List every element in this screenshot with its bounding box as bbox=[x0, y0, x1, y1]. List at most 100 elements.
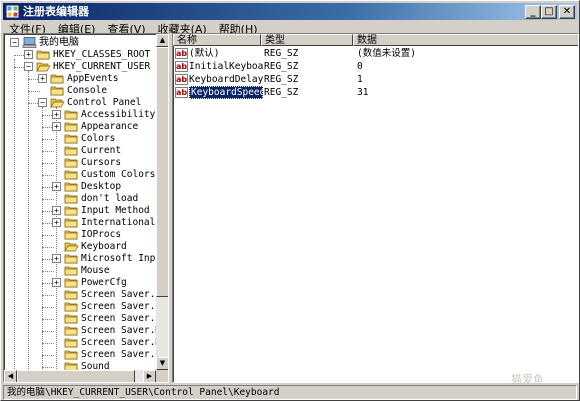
string-value-icon: ab bbox=[175, 74, 188, 85]
folder-icon bbox=[64, 277, 79, 288]
tree-item-label: Control Panel bbox=[67, 97, 142, 108]
tree-item[interactable]: Mouse bbox=[4, 265, 156, 277]
tree-item[interactable]: + PowerCfg bbox=[4, 277, 156, 289]
expand-icon[interactable]: + bbox=[38, 74, 47, 83]
folder-icon bbox=[64, 253, 79, 264]
value-data: 0 bbox=[357, 61, 363, 72]
tree-item-label: Appearance bbox=[81, 121, 139, 132]
tree-item[interactable]: + HKEY_CLASSES_ROOT bbox=[4, 49, 156, 61]
expand-icon[interactable]: + bbox=[52, 254, 61, 263]
folder-icon bbox=[64, 337, 79, 348]
tree-item[interactable]: Screen Saver.3DP bbox=[4, 301, 156, 313]
scroll-up-arrow-icon[interactable]: ▲ bbox=[156, 34, 168, 47]
string-value-icon: ab bbox=[175, 87, 188, 98]
tree-item[interactable]: − 我的电脑 bbox=[4, 37, 156, 49]
tree-item-label: Screen Saver.3DP bbox=[81, 301, 156, 312]
tree-connector bbox=[42, 355, 54, 356]
tree-item[interactable]: + AppEvents bbox=[4, 73, 156, 85]
collapse-icon[interactable]: − bbox=[24, 62, 33, 71]
column-header-type[interactable]: 类型 bbox=[261, 34, 353, 46]
tree-item[interactable]: Screen Saver.Bez bbox=[4, 313, 156, 325]
tree-item[interactable]: Screen Saver.Sta bbox=[4, 349, 156, 361]
column-header-data[interactable]: 数据 bbox=[353, 34, 578, 46]
tree-item[interactable]: Screen Saver.Mys bbox=[4, 337, 156, 349]
collapse-icon[interactable]: − bbox=[10, 38, 19, 47]
tree-item[interactable]: Console bbox=[4, 85, 156, 97]
tree-item[interactable]: Sound bbox=[4, 361, 156, 370]
tree-item[interactable]: don't load bbox=[4, 193, 156, 205]
hscroll-thumb[interactable] bbox=[17, 370, 135, 382]
value-row[interactable]: ab (默认) REG_SZ (数值未设置) bbox=[173, 47, 578, 60]
tree-item[interactable]: Custom Colors bbox=[4, 169, 156, 181]
registry-editor-icon bbox=[6, 5, 19, 18]
folder-icon bbox=[50, 73, 65, 84]
scroll-down-arrow-icon[interactable]: ▼ bbox=[156, 357, 168, 370]
tree-item[interactable]: Screen Saver.3DF bbox=[4, 289, 156, 301]
scroll-thumb[interactable] bbox=[156, 47, 168, 297]
tree-item-label: Sound bbox=[81, 361, 110, 370]
tree-item[interactable]: + Appearance bbox=[4, 121, 156, 133]
value-row[interactable]: ab KeyboardDelay REG_SZ 1 bbox=[173, 73, 578, 86]
value-name: InitialKeyboa... bbox=[189, 61, 263, 72]
folder-icon bbox=[64, 181, 79, 192]
expand-icon[interactable]: + bbox=[24, 50, 33, 59]
tree-item-label: Screen Saver.Mys bbox=[81, 337, 156, 348]
tree-item[interactable]: + International bbox=[4, 217, 156, 229]
tree-item[interactable]: + Desktop bbox=[4, 181, 156, 193]
tree-item[interactable]: Colors bbox=[4, 133, 156, 145]
tree-item-label: Accessibility bbox=[81, 109, 156, 120]
tree-item-label: Screen Saver.Sta bbox=[81, 349, 156, 360]
tree-item-label: Custom Colors bbox=[81, 169, 156, 180]
tree-item[interactable]: Cursors bbox=[4, 157, 156, 169]
tree-connector bbox=[42, 295, 54, 296]
tree-item[interactable]: Screen Saver.Mar bbox=[4, 325, 156, 337]
tree-item-label: Colors bbox=[81, 133, 116, 144]
expand-icon[interactable]: + bbox=[52, 110, 61, 119]
column-header-name[interactable]: 名称 bbox=[173, 34, 261, 46]
collapse-icon[interactable]: − bbox=[38, 98, 47, 107]
tree-item-label: Screen Saver.Bez bbox=[81, 313, 156, 324]
tree-horizontal-scrollbar[interactable]: ◀ ▶ bbox=[4, 370, 156, 382]
tree-connector bbox=[42, 307, 54, 308]
minimize-button[interactable]: _ bbox=[525, 5, 541, 19]
window-title: 注册表编辑器 bbox=[23, 5, 89, 18]
tree-item-label: Microsoft Input bbox=[81, 253, 156, 264]
folder-icon bbox=[64, 217, 79, 228]
maximize-button[interactable]: □ bbox=[541, 5, 557, 19]
folder-icon bbox=[64, 349, 79, 360]
tree-item-label: Screen Saver.Mar bbox=[81, 325, 156, 336]
folder-icon bbox=[64, 133, 79, 144]
folder-open-icon bbox=[36, 61, 51, 73]
tree-item[interactable]: − HKEY_CURRENT_USER bbox=[4, 61, 156, 73]
expand-icon[interactable]: + bbox=[52, 218, 61, 227]
folder-icon bbox=[64, 205, 79, 216]
close-button[interactable]: ✕ bbox=[559, 5, 575, 19]
tree-connector bbox=[42, 271, 54, 272]
tree-item[interactable]: + Input Method bbox=[4, 205, 156, 217]
folder-icon bbox=[64, 157, 79, 168]
value-row[interactable]: ab KeyboardSpeed REG_SZ 31 bbox=[173, 86, 578, 99]
key-tree-pane: − 我的电脑 + HKEY_CLASSES_ROOT − HKEY_CURRENT_USE… bbox=[3, 33, 169, 383]
title-bar[interactable]: 注册表编辑器 _ □ ✕ bbox=[3, 3, 577, 20]
tree-vertical-scrollbar[interactable]: ▲ ▼ bbox=[156, 34, 168, 370]
tree-item[interactable]: + Microsoft Input bbox=[4, 253, 156, 265]
tree-item[interactable]: Current bbox=[4, 145, 156, 157]
tree-item[interactable]: Keyboard bbox=[4, 241, 156, 253]
tree-connector bbox=[42, 199, 54, 200]
scroll-left-arrow-icon[interactable]: ◀ bbox=[4, 370, 17, 382]
string-value-icon: ab bbox=[175, 61, 188, 72]
tree-item[interactable]: + Accessibility bbox=[4, 109, 156, 121]
value-row[interactable]: abInitialKeyboa...REG_SZ 0 bbox=[173, 60, 578, 73]
expand-icon[interactable]: + bbox=[52, 182, 61, 191]
expand-icon[interactable]: + bbox=[52, 122, 61, 131]
expand-icon[interactable]: + bbox=[52, 206, 61, 215]
tree-item-label: PowerCfg bbox=[81, 277, 127, 288]
folder-icon bbox=[64, 229, 79, 240]
string-value-icon: ab bbox=[175, 48, 188, 59]
expand-icon[interactable]: + bbox=[52, 278, 61, 287]
tree-item[interactable]: − Control Panel bbox=[4, 97, 156, 109]
scroll-right-arrow-icon[interactable]: ▶ bbox=[143, 370, 156, 382]
value-type: REG_SZ bbox=[264, 74, 299, 85]
folder-open-icon bbox=[50, 97, 65, 109]
tree-item[interactable]: IOProcs bbox=[4, 229, 156, 241]
